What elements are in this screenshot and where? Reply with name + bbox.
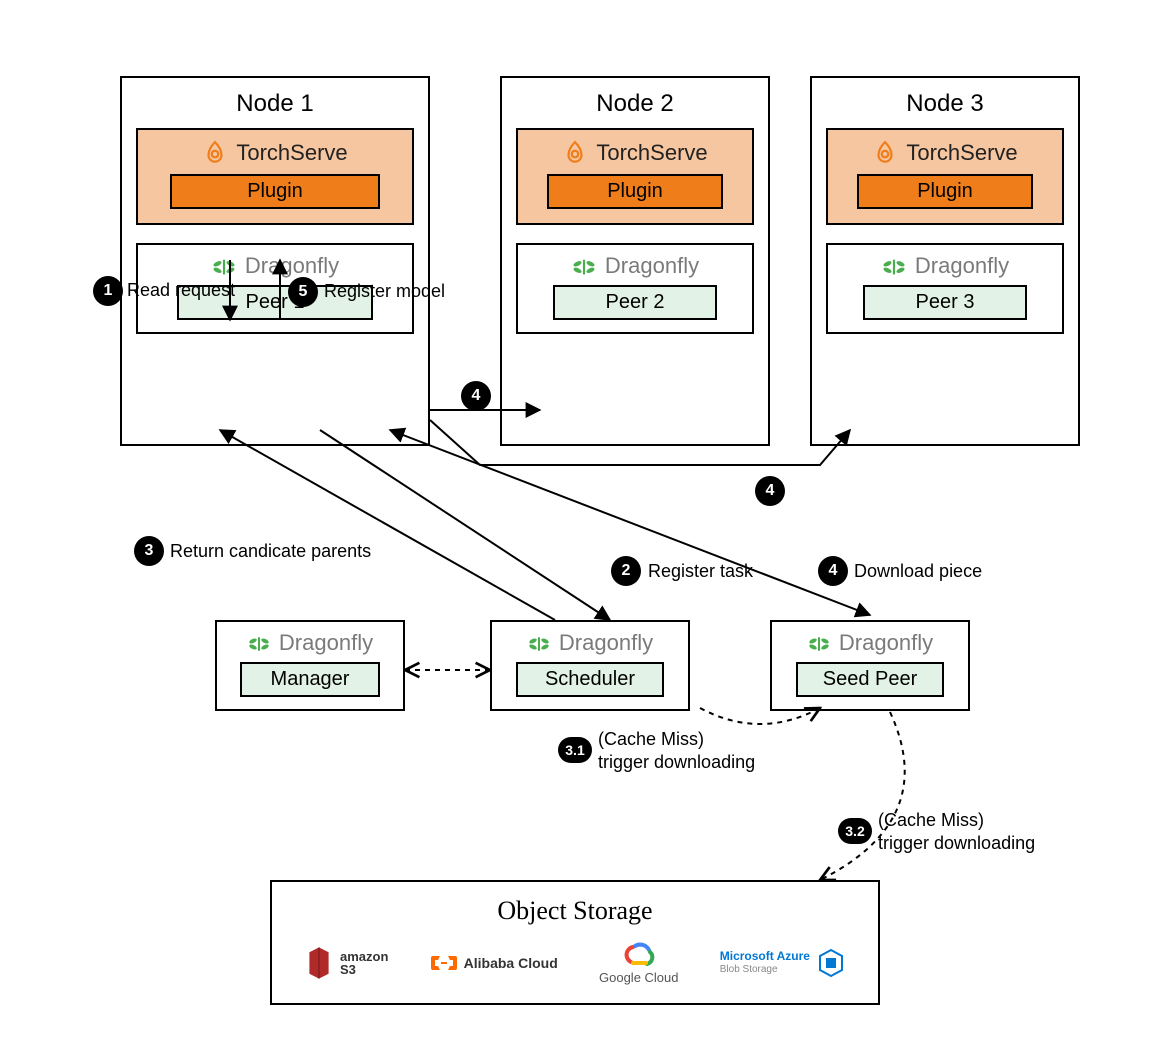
torchserve-label: TorchServe — [596, 140, 707, 166]
azure-blob-logo: Microsoft Azure Blob Storage — [720, 948, 846, 978]
plugin-box-2: Plugin — [547, 174, 722, 209]
step-2-label: Register task — [648, 560, 753, 583]
torchserve-label: TorchServe — [236, 140, 347, 166]
alibaba-text: Alibaba Cloud — [464, 955, 558, 971]
node-2: Node 2 TorchServe Plugin Dragonfly Peer … — [500, 76, 770, 446]
architecture-diagram: Node 1 TorchServe Plugin Dragonfly Peer … — [0, 0, 1170, 1054]
torchserve-icon — [202, 140, 228, 166]
node-1: Node 1 TorchServe Plugin Dragonfly Peer … — [120, 76, 430, 446]
azure-text-1: Microsoft Azure — [720, 950, 810, 963]
step-1-badge: 1 — [93, 276, 123, 306]
manager-box: Dragonfly Manager — [215, 620, 405, 711]
step-5-badge: 5 — [288, 277, 318, 307]
step-4b-badge: 4 — [755, 476, 785, 506]
step-3-badge: 3 — [134, 536, 164, 566]
azure-blob-icon — [816, 948, 846, 978]
node-1-title: Node 1 — [122, 90, 428, 118]
dragonfly-label: Dragonfly — [915, 253, 1009, 279]
node-3: Node 3 TorchServe Plugin Dragonfly Peer … — [810, 76, 1080, 446]
step-3-label: Return candicate parents — [170, 540, 371, 563]
step-3-2-badge: 3.2 — [838, 818, 872, 844]
object-storage-title: Object Storage — [296, 896, 854, 926]
step-3-2-label: (Cache Miss) trigger downloading — [878, 809, 1035, 856]
step-5-label: Register model — [324, 280, 445, 303]
step-2-badge: 2 — [611, 556, 641, 586]
dragonfly-icon — [211, 253, 237, 279]
dragonfly-label: Dragonfly — [605, 253, 699, 279]
aws-s3-icon — [304, 945, 334, 981]
storage-providers: amazon S3 Alibaba Cloud Google Cloud — [296, 940, 854, 985]
peer-2-label: Peer 2 — [553, 285, 718, 320]
torchserve-icon — [872, 140, 898, 166]
gcp-icon — [621, 940, 657, 968]
alibaba-icon — [430, 953, 458, 973]
plugin-box-3: Plugin — [857, 174, 1032, 209]
dragonfly-icon — [571, 253, 597, 279]
dragonfly-label: Dragonfly — [559, 630, 653, 656]
step-4c-badge: 4 — [818, 556, 848, 586]
torchserve-box-3: TorchServe Plugin — [826, 128, 1064, 225]
dragonfly-label: Dragonfly — [279, 630, 373, 656]
scheduler-label: Scheduler — [516, 662, 664, 697]
object-storage-box: Object Storage amazon S3 Alibaba Cloud — [270, 880, 880, 1005]
seed-peer-label: Seed Peer — [796, 662, 944, 697]
torchserve-label: TorchServe — [906, 140, 1017, 166]
torchserve-box-1: TorchServe Plugin — [136, 128, 414, 225]
dragonfly-icon — [881, 253, 907, 279]
peer-3-label: Peer 3 — [863, 285, 1028, 320]
step-1-label: Read request — [127, 279, 235, 302]
plugin-box-1: Plugin — [170, 174, 379, 209]
amazon-s3-logo: amazon S3 — [304, 945, 388, 981]
step-3-1-label: (Cache Miss) trigger downloading — [598, 728, 755, 775]
dragonfly-label: Dragonfly — [839, 630, 933, 656]
node-2-title: Node 2 — [502, 90, 768, 118]
s3-text-2: S3 — [340, 963, 388, 976]
alibaba-cloud-logo: Alibaba Cloud — [430, 953, 558, 973]
step-4a-badge: 4 — [461, 381, 491, 411]
scheduler-box: Dragonfly Scheduler — [490, 620, 690, 711]
dragonfly-label: Dragonfly — [245, 253, 339, 279]
node-3-title: Node 3 — [812, 90, 1078, 118]
step-3-1-badge: 3.1 — [558, 737, 592, 763]
s3-text-1: amazon — [340, 950, 388, 963]
dragonfly-icon — [527, 631, 551, 655]
torchserve-box-2: TorchServe Plugin — [516, 128, 754, 225]
dragonfly-peer-3: Dragonfly Peer 3 — [826, 243, 1064, 334]
manager-label: Manager — [240, 662, 379, 697]
step-4c-label: Download piece — [854, 560, 982, 583]
torchserve-icon — [562, 140, 588, 166]
google-cloud-logo: Google Cloud — [599, 940, 679, 985]
gcp-text: Google Cloud — [599, 970, 679, 985]
dragonfly-peer-2: Dragonfly Peer 2 — [516, 243, 754, 334]
seed-peer-box: Dragonfly Seed Peer — [770, 620, 970, 711]
dragonfly-icon — [807, 631, 831, 655]
dragonfly-icon — [247, 631, 271, 655]
azure-text-2: Blob Storage — [720, 964, 810, 975]
